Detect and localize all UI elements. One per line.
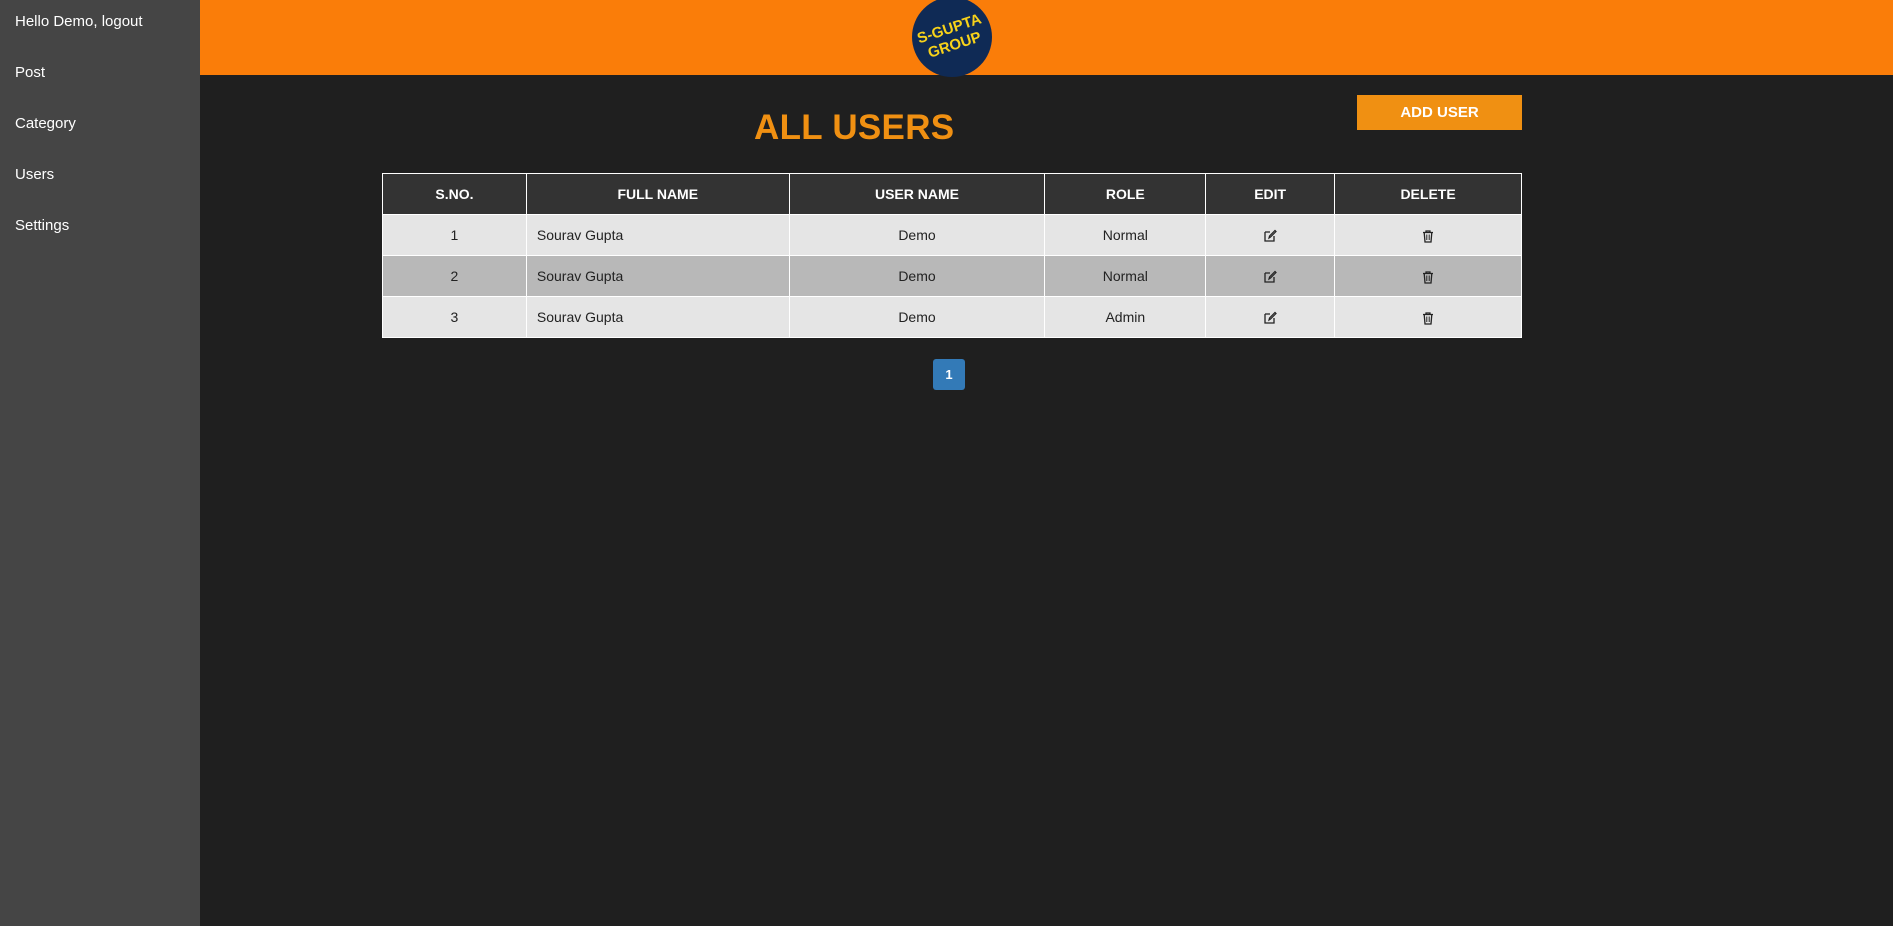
add-user-button[interactable]: ADD USER — [1357, 95, 1522, 130]
sidebar-item-logout[interactable]: Hello Demo, logout — [0, 0, 200, 51]
trash-icon[interactable] — [1421, 311, 1435, 325]
header-bar: S-GUPTA GROUP — [200, 0, 1893, 78]
column-header-full-name: FULL NAME — [525, 173, 790, 215]
column-header-edit: EDIT — [1205, 173, 1336, 215]
table-header-row: S.NO. FULL NAME USER NAME ROLE EDIT DELE… — [382, 173, 1522, 215]
cell-user-name: Demo — [788, 214, 1046, 256]
page-title: ALL USERS — [754, 108, 955, 147]
cell-edit — [1205, 255, 1336, 297]
sidebar-item-users[interactable]: Users — [0, 153, 200, 204]
trash-icon[interactable] — [1421, 270, 1435, 284]
sidebar: Hello Demo, logout Post Category Users S… — [0, 0, 200, 926]
cell-full-name: Sourav Gupta — [525, 214, 790, 256]
cell-sno: 2 — [382, 255, 527, 297]
sidebar-item-post[interactable]: Post — [0, 51, 200, 102]
trash-icon[interactable] — [1421, 229, 1435, 243]
column-header-user-name: USER NAME — [788, 173, 1046, 215]
cell-delete — [1334, 214, 1522, 256]
cell-user-name: Demo — [788, 255, 1046, 297]
cell-role: Normal — [1044, 214, 1207, 256]
column-header-role: ROLE — [1044, 173, 1207, 215]
sidebar-item-settings[interactable]: Settings — [0, 204, 200, 255]
edit-icon[interactable] — [1263, 311, 1278, 325]
pagination-page-1[interactable]: 1 — [933, 359, 965, 390]
cell-delete — [1334, 296, 1522, 338]
edit-icon[interactable] — [1263, 229, 1278, 243]
cell-sno: 1 — [382, 214, 527, 256]
table-row: 1 Sourav Gupta Demo Normal — [382, 214, 1522, 256]
cell-user-name: Demo — [788, 296, 1046, 338]
edit-icon[interactable] — [1263, 270, 1278, 284]
table-row: 3 Sourav Gupta Demo Admin — [382, 296, 1522, 338]
cell-delete — [1334, 255, 1522, 297]
column-header-delete: DELETE — [1334, 173, 1522, 215]
cell-role: Normal — [1044, 255, 1207, 297]
logo[interactable]: S-GUPTA GROUP — [911, 0, 993, 78]
cell-full-name: Sourav Gupta — [525, 296, 790, 338]
cell-sno: 3 — [382, 296, 527, 338]
cell-edit — [1205, 296, 1336, 338]
users-table: S.NO. FULL NAME USER NAME ROLE EDIT DELE… — [382, 173, 1522, 338]
cell-full-name: Sourav Gupta — [525, 255, 790, 297]
table-row: 2 Sourav Gupta Demo Normal — [382, 255, 1522, 297]
main-content: ALL USERS ADD USER S.NO. FULL NAME USER … — [200, 75, 1893, 926]
cell-role: Admin — [1044, 296, 1207, 338]
sidebar-item-category[interactable]: Category — [0, 102, 200, 153]
column-header-sno: S.NO. — [382, 173, 527, 215]
cell-edit — [1205, 214, 1336, 256]
